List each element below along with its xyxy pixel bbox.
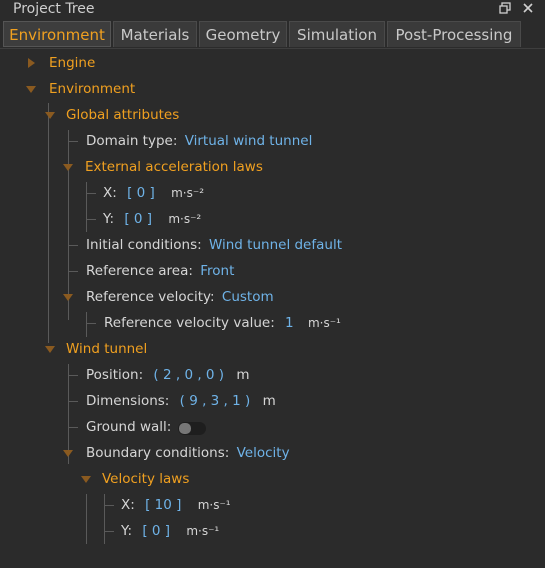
tree-line [68, 427, 78, 428]
domain-type-value[interactable]: Virtual wind tunnel [185, 133, 313, 149]
tree-item-ground-wall: Ground wall: [86, 414, 171, 440]
tree-line [104, 494, 105, 544]
tree-item-dimensions[interactable]: Dimensions: ( 9 , 3 , 1 ) m [86, 388, 276, 414]
restore-icon[interactable] [498, 2, 512, 16]
tree-item-environment[interactable]: Environment [49, 76, 135, 102]
tree-item-wind-tunnel[interactable]: Wind tunnel [66, 336, 147, 362]
tree-line [68, 245, 78, 246]
reference-velocity-value-value[interactable]: 1 [285, 315, 294, 331]
tree-line [68, 375, 78, 376]
close-icon[interactable] [521, 2, 535, 16]
tree-item-reference-velocity[interactable]: Reference velocity: Custom [86, 284, 274, 310]
dimensions-value[interactable]: ( 9 , 3 , 1 ) [180, 393, 251, 409]
velocity-y-label: Y: [121, 523, 133, 539]
tree-line [86, 182, 87, 232]
reference-area-label: Reference area: [86, 263, 193, 279]
tree-line [68, 130, 69, 320]
accel-x-value[interactable]: [ 0 ] [127, 185, 155, 201]
velocity-x-value[interactable]: [ 10 ] [145, 497, 181, 513]
position-value[interactable]: ( 2 , 0 , 0 ) [153, 367, 224, 383]
boundary-conditions-value[interactable]: Velocity [237, 445, 290, 461]
position-unit: m [236, 367, 250, 383]
tree-item-engine[interactable]: Engine [49, 50, 95, 76]
tab-materials[interactable]: Materials [113, 21, 197, 47]
tree-line [104, 531, 114, 532]
dimensions-label: Dimensions: [86, 393, 170, 409]
dimensions-unit: m [262, 393, 276, 409]
initial-conditions-label: Initial conditions: [86, 237, 202, 253]
tree-item-velocity-laws[interactable]: Velocity laws [102, 466, 189, 492]
collapse-arrow-icon[interactable] [63, 164, 73, 171]
title-bar: Project Tree [0, 0, 545, 20]
collapse-arrow-icon[interactable] [45, 112, 55, 119]
tree-line [86, 312, 87, 337]
tree-line [68, 141, 78, 142]
tree-item-domain-type[interactable]: Domain type: Virtual wind tunnel [86, 128, 312, 154]
tree-line [86, 494, 87, 544]
tree-item-accel-x[interactable]: X: [ 0 ] m·s⁻² [103, 180, 204, 206]
tree-item-reference-velocity-value[interactable]: Reference velocity value: 1 m·s⁻¹ [104, 310, 341, 336]
boundary-conditions-label: Boundary conditions: [86, 445, 230, 461]
tree-item-accel-y[interactable]: Y: [ 0 ] m·s⁻² [103, 206, 201, 232]
tree-line [86, 219, 96, 220]
tree-line [104, 505, 114, 506]
tree-line [68, 364, 69, 464]
tree-item-boundary-conditions[interactable]: Boundary conditions: Velocity [86, 440, 290, 466]
collapse-arrow-icon[interactable] [26, 86, 36, 93]
accel-y-unit: m·s⁻² [168, 212, 202, 226]
ground-wall-label: Ground wall: [86, 419, 172, 435]
toggle-knob [179, 423, 191, 434]
reference-velocity-value-unit: m·s⁻¹ [307, 316, 341, 330]
ground-wall-toggle[interactable] [178, 422, 206, 435]
reference-area-value[interactable]: Front [200, 263, 234, 279]
collapse-arrow-icon[interactable] [45, 346, 55, 353]
initial-conditions-value[interactable]: Wind tunnel default [209, 237, 342, 253]
accel-x-unit: m·s⁻² [171, 186, 205, 200]
velocity-x-label: X: [121, 497, 135, 513]
tree-item-global-attributes[interactable]: Global attributes [66, 102, 179, 128]
collapse-arrow-icon[interactable] [63, 294, 73, 301]
tree-item-reference-area[interactable]: Reference area: Front [86, 258, 234, 284]
expand-arrow-icon[interactable] [28, 58, 35, 68]
tree-item-velocity-x[interactable]: X: [ 10 ] m·s⁻¹ [121, 492, 231, 518]
reference-velocity-value-label: Reference velocity value: [104, 315, 275, 331]
project-tree: Engine Environment Global attributes Dom… [0, 48, 545, 568]
accel-y-value[interactable]: [ 0 ] [124, 211, 152, 227]
collapse-arrow-icon[interactable] [63, 450, 73, 457]
velocity-x-unit: m·s⁻¹ [197, 498, 231, 512]
accel-x-label: X: [103, 185, 117, 201]
tab-environment[interactable]: Environment [3, 21, 111, 47]
accel-y-label: Y: [103, 211, 115, 227]
velocity-y-value[interactable]: [ 0 ] [142, 523, 170, 539]
reference-velocity-label: Reference velocity: [86, 289, 215, 305]
panel-title: Project Tree [13, 1, 95, 17]
tree-line [68, 401, 78, 402]
tree-line [68, 271, 78, 272]
tree-line [86, 323, 96, 324]
position-label: Position: [86, 367, 144, 383]
collapse-arrow-icon[interactable] [81, 476, 91, 483]
tab-bar: Environment Materials Geometry Simulatio… [0, 21, 545, 49]
tree-item-velocity-y[interactable]: Y: [ 0 ] m·s⁻¹ [121, 518, 219, 544]
velocity-y-unit: m·s⁻¹ [186, 524, 220, 538]
tree-item-position[interactable]: Position: ( 2 , 0 , 0 ) m [86, 362, 250, 388]
tab-geometry[interactable]: Geometry [199, 21, 287, 47]
tree-item-external-acceleration-laws[interactable]: External acceleration laws [85, 154, 263, 180]
tab-post-processing[interactable]: Post-Processing [387, 21, 521, 47]
tree-line [86, 193, 96, 194]
tree-item-initial-conditions[interactable]: Initial conditions: Wind tunnel default [86, 232, 342, 258]
tree-line [48, 103, 49, 343]
tab-simulation[interactable]: Simulation [289, 21, 385, 47]
domain-type-label: Domain type: [86, 133, 178, 149]
reference-velocity-value[interactable]: Custom [222, 289, 274, 305]
